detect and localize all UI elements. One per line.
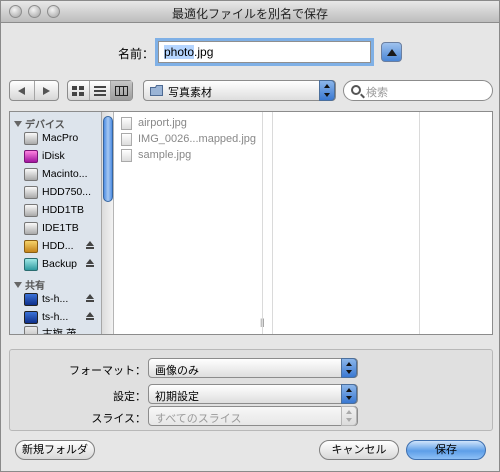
eject-icon[interactable] [86, 259, 94, 267]
forward-arrow-icon [42, 86, 50, 95]
file-column: airport.jpg IMG_0026...mapped.jpg sample… [115, 112, 263, 334]
name-label: 名前： [118, 47, 155, 61]
popup-arrows-icon [341, 358, 357, 378]
sidebar-item-hdd750[interactable]: HDD750... [24, 185, 101, 201]
eject-icon[interactable] [86, 241, 94, 249]
sidebar-item-backup[interactable]: Backup [24, 257, 101, 273]
file-icon [121, 133, 132, 146]
back-button[interactable] [10, 81, 35, 100]
network-computer-icon [24, 293, 38, 306]
sidebar-item-macpro[interactable]: MacPro [24, 131, 101, 147]
backup-disk-icon [24, 258, 38, 271]
usb-drive-icon [24, 240, 38, 253]
list-view-icon [94, 85, 106, 96]
disclosure-triangle-icon [14, 282, 22, 288]
network-server-icon [24, 326, 38, 334]
disclosure-triangle-icon [14, 121, 22, 127]
sidebar-item-hdd1tb[interactable]: HDD1TB [24, 203, 101, 219]
settings-popup[interactable]: 初期設定 [148, 384, 358, 404]
sidebar-item-shared-1[interactable]: ts-h... [24, 292, 101, 308]
format-popup-value: 画像のみ [155, 365, 199, 377]
folder-icon [150, 85, 163, 96]
location-popup[interactable]: 写真素材 [143, 80, 336, 101]
format-label: フォーマット： [69, 365, 146, 377]
search-placeholder: 検索 [366, 87, 388, 99]
slice-label: スライス： [91, 413, 146, 425]
browser-toolbar: 写真素材 検索 [1, 79, 499, 103]
eject-icon[interactable] [86, 294, 94, 302]
hard-disk-icon [24, 132, 38, 145]
cancel-button[interactable]: キャンセル [319, 440, 399, 460]
search-field[interactable]: 検索 [343, 80, 493, 101]
save-button[interactable]: 保存 [406, 440, 486, 460]
list-view-button[interactable] [90, 81, 112, 100]
scrollbar-thumb[interactable] [103, 116, 113, 202]
popup-arrows-icon [341, 406, 357, 426]
settings-popup-value: 初期設定 [155, 391, 199, 403]
file-icon [121, 117, 132, 130]
name-row: 名前： photo.jpg [1, 41, 499, 63]
view-mode-control [67, 80, 133, 101]
network-computer-icon [24, 311, 38, 324]
empty-column [272, 112, 420, 334]
popup-arrows-icon [319, 80, 335, 101]
search-icon [351, 85, 361, 95]
forward-button[interactable] [35, 81, 59, 100]
sidebar-item-shared-3[interactable]: 古旗 茂... [24, 325, 101, 334]
icon-view-icon [72, 85, 85, 96]
sidebar-item-idisk[interactable]: iDisk [24, 149, 101, 165]
sidebar-devices-header[interactable]: デバイス [14, 116, 65, 131]
file-icon [121, 149, 132, 162]
slice-popup-value: すべてのスライス [155, 413, 242, 425]
sidebar-item-shared-2[interactable]: ts-h... [24, 310, 101, 326]
column-view-icon [115, 85, 129, 96]
sidebar-shared-header[interactable]: 共有 [14, 277, 45, 292]
filename-selected-text: photo [164, 45, 195, 59]
format-popup[interactable]: 画像のみ [148, 358, 358, 378]
eject-icon[interactable] [86, 312, 94, 320]
collapse-dialog-button[interactable] [381, 42, 402, 62]
hard-disk-icon [24, 222, 38, 235]
settings-label: 設定： [113, 391, 146, 403]
hard-disk-icon [24, 186, 38, 199]
location-popup-label: 写真素材 [168, 87, 212, 99]
sidebar: デバイス MacPro iDisk Macinto... HDD750... H… [10, 112, 102, 334]
filename-extension-text: .jpg [194, 45, 214, 59]
sidebar-item-macintosh[interactable]: Macinto... [24, 167, 101, 183]
window-title: 最適化ファイルを別名で保存 [171, 7, 328, 21]
back-arrow-icon [18, 86, 26, 95]
sidebar-scrollbar[interactable] [102, 112, 114, 334]
back-forward-control [9, 80, 59, 101]
idisk-icon [24, 150, 38, 163]
hard-disk-icon [24, 204, 38, 217]
hard-disk-icon [24, 168, 38, 181]
popup-arrows-icon [341, 384, 357, 404]
options-panel: フォーマット： 画像のみ 設定： 初期設定 スライス： すべてのスライス [9, 349, 493, 431]
column-resize-handle-icon[interactable]: || [260, 317, 265, 327]
sidebar-item-hdd-usb[interactable]: HDD... [24, 239, 101, 255]
sidebar-item-ide1tb[interactable]: IDE1TB [24, 221, 101, 237]
title-bar[interactable]: 最適化ファイルを別名で保存 [1, 1, 499, 23]
new-folder-button[interactable]: 新規フォルダ [15, 440, 95, 460]
filename-input[interactable]: photo.jpg [158, 41, 371, 63]
save-dialog-window: 最適化ファイルを別名で保存 名前： photo.jpg 写真素材 検索 デバイス… [0, 0, 500, 472]
file-browser: デバイス MacPro iDisk Macinto... HDD750... H… [9, 111, 493, 335]
icon-view-button[interactable] [68, 81, 90, 100]
column-view-button[interactable] [111, 81, 133, 100]
slice-popup[interactable]: すべてのスライス [148, 406, 358, 426]
